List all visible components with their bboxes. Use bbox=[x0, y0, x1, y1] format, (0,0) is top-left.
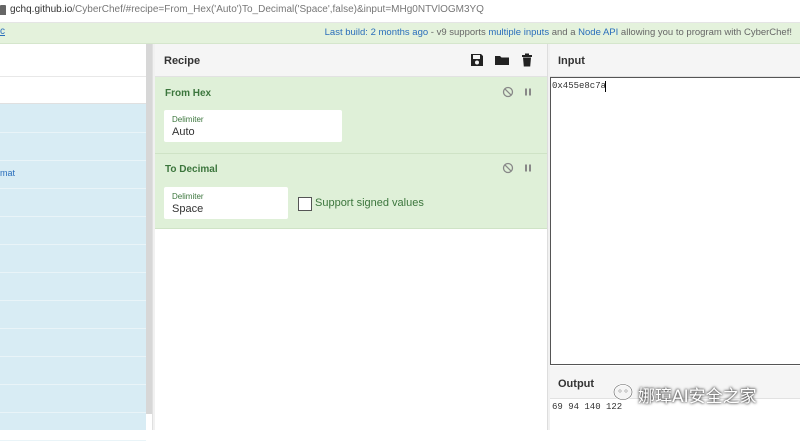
last-build-link[interactable]: Last build: 2 months ago bbox=[325, 27, 429, 38]
operation-list-item[interactable] bbox=[0, 188, 146, 217]
field-value: Auto bbox=[172, 126, 195, 138]
operation-list-item[interactable] bbox=[0, 104, 146, 133]
recipe-header: Recipe bbox=[155, 44, 547, 77]
banner-and: and a bbox=[549, 27, 579, 38]
operations-panel: mat bbox=[0, 44, 146, 441]
delimiter-field[interactable]: Delimiter Auto bbox=[164, 110, 342, 142]
checkbox-label[interactable]: Support signed values bbox=[315, 197, 424, 209]
delimiter-field[interactable]: Delimiter Space bbox=[164, 187, 288, 219]
url-domain: gchq.github.io bbox=[10, 4, 73, 15]
banner-middle: - v9 supports bbox=[428, 27, 489, 38]
operation-list-item[interactable] bbox=[0, 160, 146, 189]
op-title: From Hex bbox=[165, 88, 212, 99]
output-title: Output bbox=[558, 378, 595, 390]
operations-search[interactable] bbox=[0, 77, 146, 104]
node-api-link[interactable]: Node API bbox=[578, 27, 618, 38]
operation-list-item[interactable] bbox=[0, 356, 146, 385]
disable-icon[interactable] bbox=[502, 86, 514, 98]
recipe-title: Recipe bbox=[164, 55, 201, 67]
operation-list-item[interactable] bbox=[0, 328, 146, 357]
operation-list-item[interactable] bbox=[0, 272, 146, 301]
operation-label-fragment[interactable]: mat bbox=[0, 168, 15, 178]
operation-list-item[interactable] bbox=[0, 412, 146, 441]
field-label: Delimiter bbox=[172, 115, 204, 124]
operations-header bbox=[0, 44, 146, 77]
wechat-logo-icon bbox=[613, 383, 633, 401]
op-title: To Decimal bbox=[165, 164, 218, 175]
folder-icon[interactable] bbox=[495, 53, 509, 67]
io-panel: Input 0x455e8c7a Output 69 94 140 122 bbox=[550, 44, 800, 430]
recipe-op-from-hex[interactable]: From Hex Delimiter Auto bbox=[155, 77, 547, 154]
multiple-inputs-link[interactable]: multiple inputs bbox=[488, 27, 549, 38]
browser-url-bar[interactable]: gchq.github.io/CyberChef/#recipe=From_He… bbox=[0, 0, 800, 23]
input-value: 0x455e8c7a bbox=[552, 81, 607, 91]
output-value[interactable]: 69 94 140 122 bbox=[552, 402, 622, 412]
recipe-op-to-decimal[interactable]: To Decimal Delimiter Space Support signe… bbox=[155, 154, 547, 229]
operation-list-item[interactable] bbox=[0, 300, 146, 329]
watermark-text: 娜璋AI安全之家 bbox=[638, 387, 757, 407]
url-text[interactable]: gchq.github.io/CyberChef/#recipe=From_He… bbox=[10, 4, 484, 15]
trash-icon[interactable] bbox=[520, 53, 534, 67]
save-icon[interactable] bbox=[470, 53, 484, 67]
field-label: Delimiter bbox=[172, 192, 204, 201]
operation-list-item[interactable] bbox=[0, 244, 146, 273]
url-path: /CyberChef/#recipe=From_Hex('Auto')To_De… bbox=[72, 4, 484, 15]
recipe-panel: Recipe From Hex Delimiter Auto To Decima… bbox=[155, 44, 547, 430]
banner-left-link[interactable]: c bbox=[0, 26, 5, 37]
lock-icon bbox=[0, 5, 6, 15]
input-textarea[interactable]: 0x455e8c7a bbox=[550, 77, 800, 365]
field-value: Space bbox=[172, 203, 204, 215]
notice-banner: c Last build: 2 months ago - v9 supports… bbox=[0, 23, 800, 44]
input-title: Input bbox=[558, 55, 585, 67]
input-header: Input bbox=[550, 44, 800, 77]
banner-suffix: allowing you to program with CyberChef! bbox=[618, 27, 792, 38]
banner-text: Last build: 2 months ago - v9 supports m… bbox=[325, 27, 792, 38]
pause-icon[interactable] bbox=[522, 86, 534, 98]
operations-list bbox=[0, 104, 146, 441]
signed-values-checkbox[interactable] bbox=[298, 197, 312, 211]
text-caret bbox=[605, 81, 606, 92]
operation-list-item[interactable] bbox=[0, 384, 146, 413]
operation-list-item[interactable] bbox=[0, 216, 146, 245]
operation-list-item[interactable] bbox=[0, 132, 146, 161]
pause-icon[interactable] bbox=[522, 162, 534, 174]
disable-icon[interactable] bbox=[502, 162, 514, 174]
